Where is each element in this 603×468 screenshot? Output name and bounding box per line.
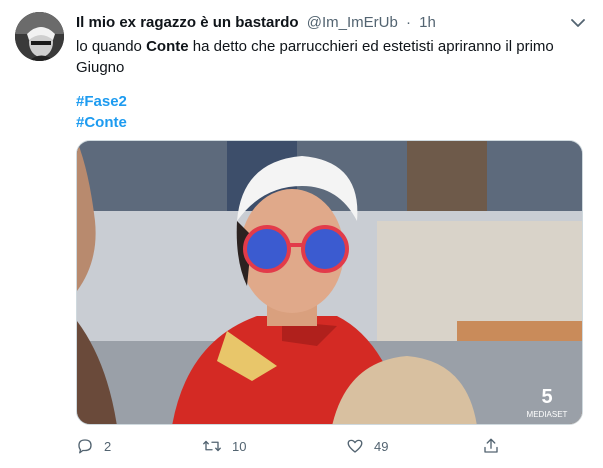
tweet-card: Il mio ex ragazzo è un bastardo @Im_ImEr… (0, 0, 603, 468)
avatar[interactable] (15, 12, 64, 61)
hashtag-link[interactable]: #Fase2 (76, 91, 127, 112)
tweet-text: lo quando Conte ha detto che parrucchier… (76, 36, 576, 78)
share-button[interactable] (482, 432, 510, 460)
heart-icon (347, 439, 363, 453)
tweet-header: Il mio ex ragazzo è un bastardo @Im_ImEr… (76, 13, 563, 33)
retweet-count: 10 (232, 438, 247, 454)
display-name[interactable]: Il mio ex ragazzo è un bastardo (76, 14, 299, 31)
tweet-media[interactable]: 5 MEDIASET (76, 140, 583, 425)
retweet-button[interactable]: 10 (202, 432, 246, 460)
media-watermark: 5 (541, 386, 552, 408)
avatar-image (15, 12, 64, 61)
separator: · (405, 14, 411, 31)
handle[interactable]: @Im_ImErUb (307, 14, 398, 31)
hashtag-list: #Fase2 #Conte (76, 91, 127, 133)
chevron-down-icon (571, 18, 585, 27)
media-image: 5 MEDIASET (77, 141, 582, 424)
reply-icon (78, 439, 92, 454)
tweet-actions: 2 10 49 (76, 432, 506, 460)
reply-count: 2 (104, 438, 112, 454)
reply-button[interactable]: 2 (76, 432, 111, 460)
like-count: 49 (374, 438, 389, 454)
timestamp[interactable]: 1h (419, 14, 436, 31)
tweet-text-before: lo quando (76, 38, 147, 55)
share-icon (484, 438, 498, 453)
like-button[interactable]: 49 (346, 432, 388, 460)
hashtag-link[interactable]: #Conte (76, 112, 127, 133)
retweet-icon (203, 440, 221, 452)
more-menu-button[interactable] (567, 12, 589, 34)
media-watermark-text: MEDIASET (527, 410, 568, 419)
tweet-text-bold: Conte (146, 38, 189, 55)
